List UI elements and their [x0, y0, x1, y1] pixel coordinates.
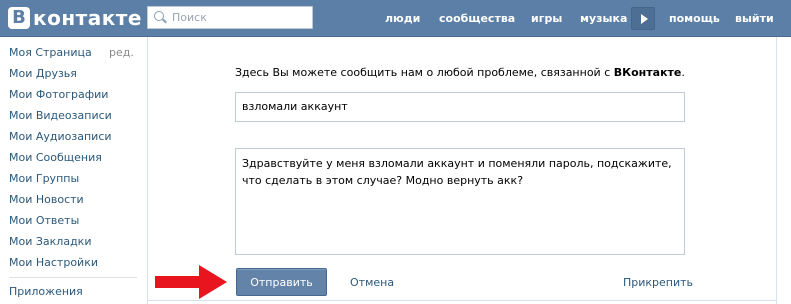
sidebar-edit-link[interactable]: ред. [109, 46, 134, 59]
nav-people[interactable]: люди [385, 12, 420, 25]
sidebar-divider [9, 277, 137, 278]
logo-letter: B [8, 7, 30, 29]
sidebar-item-groups[interactable]: Мои Группы [9, 172, 79, 185]
message-textarea[interactable]: Здравствуйте у меня взломали аккаунт и п… [235, 148, 685, 255]
search-icon [154, 11, 167, 24]
panel-bottom-border [147, 300, 777, 301]
intro-end: . [681, 66, 685, 79]
nav-games[interactable]: игры [531, 12, 562, 25]
cancel-link[interactable]: Отмена [350, 276, 394, 289]
sidebar-item-apps[interactable]: Приложения [9, 285, 83, 298]
sidebar-item-my-page[interactable]: Моя Страница [9, 46, 92, 59]
red-arrow-annotation [155, 265, 227, 299]
nav-communities[interactable]: сообщества [439, 12, 515, 25]
sidebar-item-settings[interactable]: Мои Настройки [9, 256, 98, 269]
attach-link[interactable]: Прикрепить [623, 276, 693, 289]
intro-text: Здесь Вы можете сообщить нам о любой про… [235, 66, 614, 79]
intro-brand: ВКонтакте [613, 66, 682, 79]
search-box[interactable] [147, 6, 313, 29]
form-intro: Здесь Вы можете сообщить нам о любой про… [235, 66, 685, 79]
top-bar: B контакте люди сообщества игры музыка п… [0, 0, 791, 37]
nav-help[interactable]: помощь [669, 12, 720, 25]
sidebar-item-news[interactable]: Мои Новости [9, 193, 84, 206]
send-button[interactable]: Отправить [236, 268, 327, 296]
sidebar-item-audio[interactable]: Мои Аудиозаписи [9, 130, 112, 143]
nav-music[interactable]: музыка [580, 12, 627, 25]
nav-logout[interactable]: выйти [735, 12, 774, 25]
vk-logo[interactable]: B контакте [8, 6, 142, 30]
sidebar-item-answers[interactable]: Мои Ответы [9, 214, 79, 227]
sidebar-item-photos[interactable]: Мои Фотографии [9, 88, 108, 101]
logo-text: контакте [33, 6, 142, 30]
subject-input[interactable]: взломали аккаунт [235, 92, 685, 122]
sidebar-item-messages[interactable]: Мои Сообщения [9, 151, 102, 164]
sidebar-item-bookmarks[interactable]: Мои Закладки [9, 235, 91, 248]
play-music-button[interactable] [631, 7, 655, 30]
sidebar-item-friends[interactable]: Мои Друзья [9, 67, 77, 80]
sidebar-item-videos[interactable]: Мои Видеозаписи [9, 109, 112, 122]
search-input[interactable] [172, 11, 302, 24]
